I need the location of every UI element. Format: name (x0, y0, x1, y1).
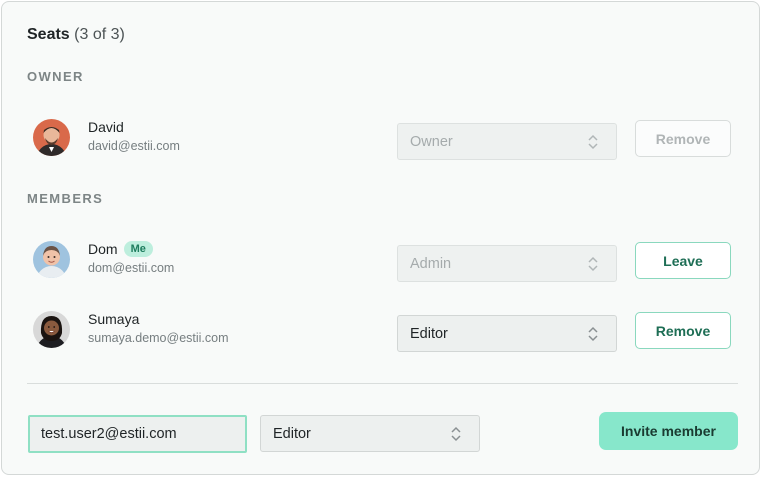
invite-role-value: Editor (273, 425, 311, 442)
members-section-label: MEMBERS (27, 191, 104, 206)
invite-member-button[interactable]: Invite member (599, 412, 738, 450)
role-select-value: Editor (410, 325, 448, 342)
avatar (33, 119, 70, 156)
chevron-up-down-icon (588, 134, 598, 150)
leave-button[interactable]: Leave (635, 242, 731, 279)
seats-title: Seats (3 of 3) (27, 26, 125, 44)
avatar (33, 241, 70, 278)
member-name-text: Dom (88, 241, 118, 257)
avatar (33, 311, 70, 348)
invite-email-input[interactable] (28, 415, 247, 453)
seats-count: (3 of 3) (74, 26, 125, 43)
member-email: sumaya.demo@estii.com (88, 331, 229, 345)
member-email: dom@estii.com (88, 261, 175, 275)
role-select-value: Admin (410, 255, 452, 272)
member-email: david@estii.com (88, 139, 180, 153)
me-badge: Me (123, 241, 153, 257)
member-name: David (88, 119, 124, 135)
member-name-text: David (88, 119, 124, 135)
role-select-value: Owner (410, 133, 453, 150)
chevron-up-down-icon (588, 256, 598, 272)
seats-title-label: Seats (27, 26, 70, 43)
chevron-up-down-icon (451, 426, 461, 442)
remove-button-david[interactable]: Remove (635, 120, 731, 157)
role-select-david[interactable]: Owner (397, 123, 617, 160)
member-name-text: Sumaya (88, 311, 140, 327)
role-select-sumaya[interactable]: Editor (397, 315, 617, 352)
chevron-up-down-icon (588, 326, 598, 342)
invite-role-select[interactable]: Editor (260, 415, 480, 452)
member-name: Dom Me (88, 241, 153, 257)
divider (27, 383, 738, 384)
seats-card: Seats (3 of 3) OWNER David david@estii.c… (1, 1, 760, 475)
member-name: Sumaya (88, 311, 139, 327)
owner-section-label: OWNER (27, 69, 84, 84)
role-select-dom[interactable]: Admin (397, 245, 617, 282)
remove-button-sumaya[interactable]: Remove (635, 312, 731, 349)
